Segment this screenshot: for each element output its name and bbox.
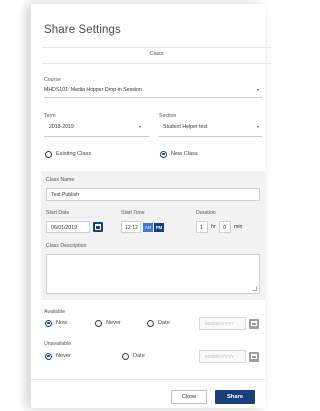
close-button[interactable]: Close [171,390,207,404]
new-class-label: New Class [171,151,198,157]
new-class-radio[interactable] [160,150,167,158]
start-time-input[interactable]: 12:12 [121,221,141,233]
duration-minutes-input[interactable]: 0 [219,221,231,233]
unavailable-never-radio[interactable] [45,352,52,360]
duration-hours-input[interactable]: 1 [196,221,208,233]
dialog-title: Share Settings [44,24,121,36]
existing-class-label: Existing Class [56,151,92,157]
unavailable-never-label: Never [56,353,71,359]
available-label: Available [44,309,65,315]
duration-min-label: min [234,224,243,230]
available-now-radio[interactable] [45,319,52,327]
share-settings-dialog: Share Settings Class Course MHDS101: Med… [30,4,271,408]
tab-class[interactable]: Class [42,51,271,57]
term-underline [44,136,149,137]
unavailable-never-option[interactable]: Never [45,351,71,361]
available-date-input[interactable]: MM/DD/YYYY [199,317,246,330]
class-name-value: Test Publish [51,192,79,198]
footer-divider [31,379,265,380]
class-description-textarea[interactable] [46,254,260,294]
course-chevron-down-icon[interactable] [257,89,259,91]
available-date-radio[interactable] [147,319,154,327]
start-time-value: 12:12 [125,224,138,231]
start-date-value: 06/01/2019 [51,224,77,231]
start-time-label: Start Time [121,210,145,216]
new-class-option[interactable]: New Class [160,149,198,159]
unavailable-date-label: Date [133,353,145,359]
duration-hours-value: 1 [200,224,203,231]
duration-minutes-value: 0 [223,224,226,231]
tab-bar: Class [42,47,271,64]
existing-class-radio[interactable] [45,150,52,158]
class-description-label: Class Description [46,243,87,249]
available-date-option[interactable]: Date [147,318,170,328]
available-now-option[interactable]: Now [45,318,67,328]
available-now-label: Now [56,320,68,326]
section-underline [159,136,262,137]
available-date-label: Date [158,320,170,326]
start-date-input[interactable]: 06/01/2019 [46,221,90,233]
available-calendar-icon[interactable] [249,318,259,329]
term-label: Term [44,113,56,119]
available-never-option[interactable]: Never [95,318,121,328]
section-chevron-down-icon[interactable] [257,126,259,128]
course-select[interactable]: MHDS101: Media Hopper Drop-in Session [44,87,142,93]
course-underline [44,97,262,98]
class-name-input[interactable]: Test Publish [46,188,260,201]
new-class-form: Class Name Test Publish Start Date Start… [41,171,265,300]
available-never-label: Never [106,320,121,326]
term-select[interactable]: 2018-2019 [49,124,74,130]
am-toggle[interactable]: AM [143,222,153,232]
existing-class-option[interactable]: Existing Class [45,149,91,159]
unavailable-date-radio[interactable] [122,352,129,360]
start-date-label: Start Date [46,210,70,216]
duration-hr-label: hr [211,224,216,230]
unavailable-calendar-icon[interactable] [249,351,259,362]
calendar-icon[interactable] [93,222,103,232]
resize-grip-icon[interactable] [252,286,257,291]
class-name-label: Class Name [46,177,75,183]
section-select[interactable]: Student Helper test [163,124,207,130]
available-never-radio[interactable] [95,319,102,327]
pm-toggle[interactable]: PM [154,222,164,232]
unavailable-label: Unavailable [44,341,72,347]
section-label: Section [159,113,177,119]
term-chevron-down-icon[interactable] [139,126,141,128]
share-button[interactable]: Share [215,390,255,404]
unavailable-date-input[interactable]: MM/DD/YYYY [199,350,246,363]
course-label: Course [44,77,61,83]
duration-label: Duration [196,210,216,216]
unavailable-date-option[interactable]: Date [122,351,145,361]
